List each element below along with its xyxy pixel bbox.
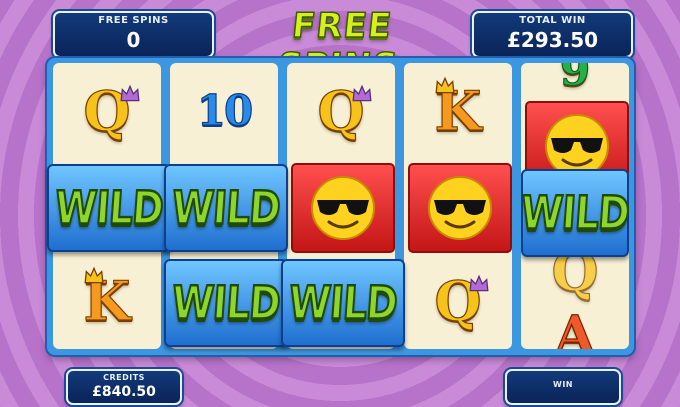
symbol-a: A: [521, 288, 629, 349]
symbol-wild: WILD: [47, 158, 171, 253]
symbol-q: Q: [53, 63, 161, 158]
symbol-q: Q: [404, 253, 512, 348]
free-spins-label: FREE SPINS: [98, 15, 169, 26]
symbol-10: 10: [170, 63, 278, 158]
symbol-wild: WILD: [164, 253, 288, 348]
smiley-tile: [408, 163, 512, 253]
credits-value: £840.50: [92, 384, 156, 400]
credits-label: CREDITS: [103, 373, 145, 382]
wild-tile: WILD: [164, 164, 288, 252]
wild-text: WILD: [521, 186, 629, 241]
total-win-value: £293.50: [506, 28, 599, 52]
smiley-sunglasses-icon: [428, 176, 492, 240]
smiley-sunglasses-icon: [311, 176, 375, 240]
crown-icon: [469, 274, 489, 292]
free-spins-value: 0: [126, 28, 141, 52]
symbol-smiley: [287, 158, 395, 253]
reel-4: K Q: [404, 63, 512, 349]
total-win-display: TOTAL WIN £293.50: [472, 11, 633, 58]
win-label: WIN: [553, 380, 573, 389]
wild-text: WILD: [286, 276, 400, 331]
total-win-label: TOTAL WIN: [519, 15, 586, 26]
reel-3: Q WILD: [281, 63, 405, 349]
reel-2: 10 WILD WILD: [164, 63, 288, 349]
symbol-wild: WILD: [164, 158, 288, 253]
free-spins-counter: FREE SPINS 0: [53, 11, 214, 58]
symbol-wild: WILD: [521, 163, 629, 258]
symbol-letter: A: [554, 304, 596, 349]
win-display: WIN: [505, 369, 621, 405]
wild-text: WILD: [169, 181, 283, 236]
crown-icon: [352, 84, 372, 102]
smiley-tile: [291, 163, 395, 253]
symbol-q: Q: [287, 63, 395, 158]
reel-5: 9 WILD Q A: [521, 63, 629, 349]
symbol-k: K: [53, 253, 161, 348]
wild-tile: WILD: [164, 259, 288, 347]
wild-text: WILD: [52, 181, 166, 236]
symbol-letter: 10: [196, 85, 254, 135]
credits-display: CREDITS £840.50: [66, 369, 182, 405]
wild-tile: WILD: [521, 169, 629, 257]
wild-text: WILD: [169, 276, 283, 331]
reel-1: Q WILD K: [47, 63, 171, 349]
crown-icon: [120, 84, 140, 102]
crown-icon: [84, 266, 104, 284]
wild-tile: WILD: [47, 164, 171, 252]
symbol-smiley: [404, 158, 512, 253]
wild-tile: WILD: [281, 259, 405, 347]
symbol-letter: 9: [559, 63, 591, 97]
reel-grid: Q WILD K 10 WILD WILD Q WILD K Q 9 WILD …: [47, 58, 634, 355]
symbol-k: K: [404, 63, 512, 158]
crown-icon: [435, 76, 455, 94]
symbol-wild: WILD: [281, 253, 405, 348]
